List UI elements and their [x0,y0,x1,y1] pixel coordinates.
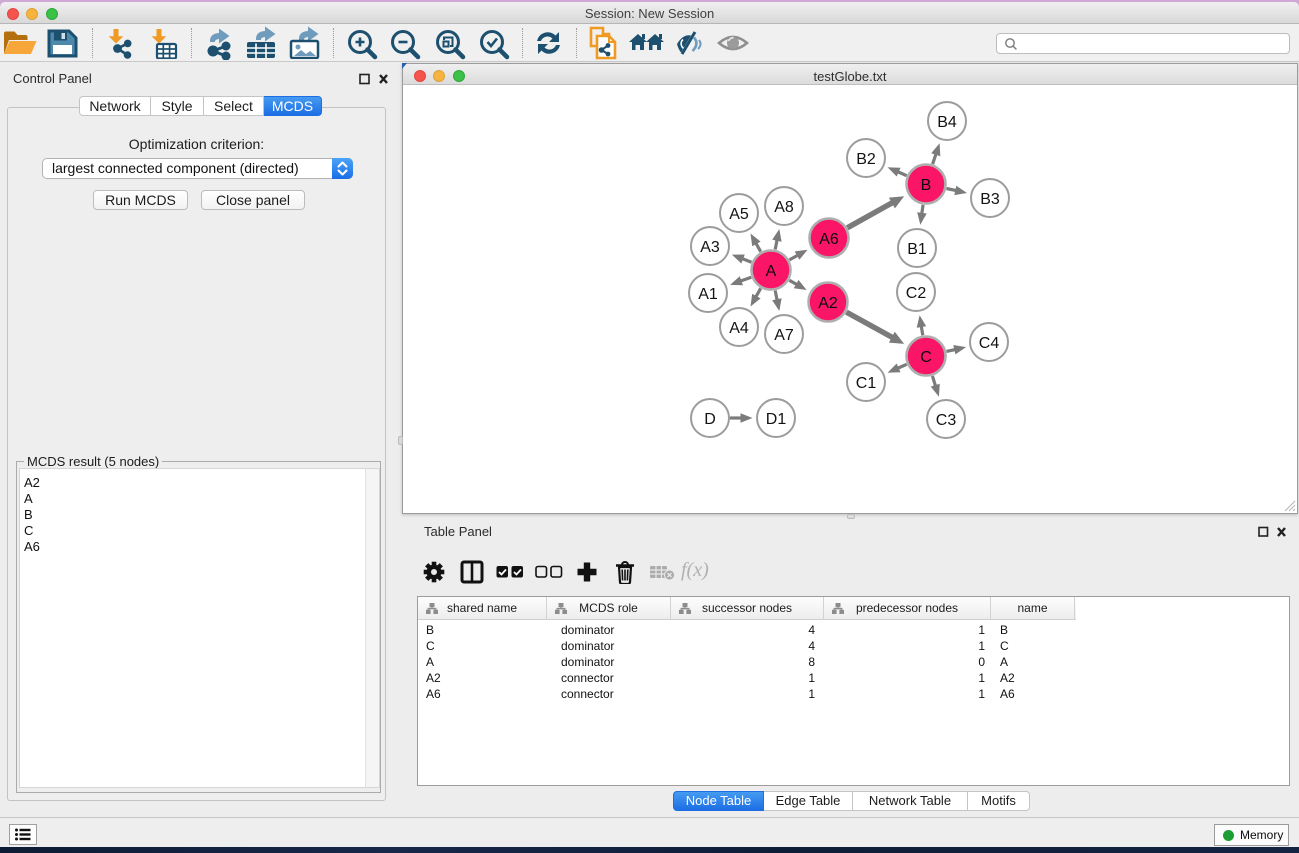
svg-text:A3: A3 [700,239,720,256]
svg-text:B3: B3 [980,191,1000,208]
svg-text:A7: A7 [774,327,794,344]
svg-text:A2: A2 [818,295,838,312]
svg-text:D: D [704,411,716,428]
svg-text:B: B [921,177,932,194]
svg-text:C: C [920,349,932,366]
svg-text:A4: A4 [729,320,749,337]
svg-text:C3: C3 [936,412,957,429]
svg-text:A8: A8 [774,199,794,216]
svg-text:C2: C2 [906,285,927,302]
svg-text:C1: C1 [856,375,877,392]
svg-text:A6: A6 [819,231,839,248]
svg-text:B2: B2 [856,151,876,168]
svg-text:A1: A1 [698,286,718,303]
svg-text:D1: D1 [766,411,787,428]
svg-text:A: A [766,263,777,280]
svg-text:C4: C4 [979,335,1000,352]
svg-text:B4: B4 [937,114,957,131]
svg-text:A5: A5 [729,206,749,223]
svg-text:B1: B1 [907,241,927,258]
